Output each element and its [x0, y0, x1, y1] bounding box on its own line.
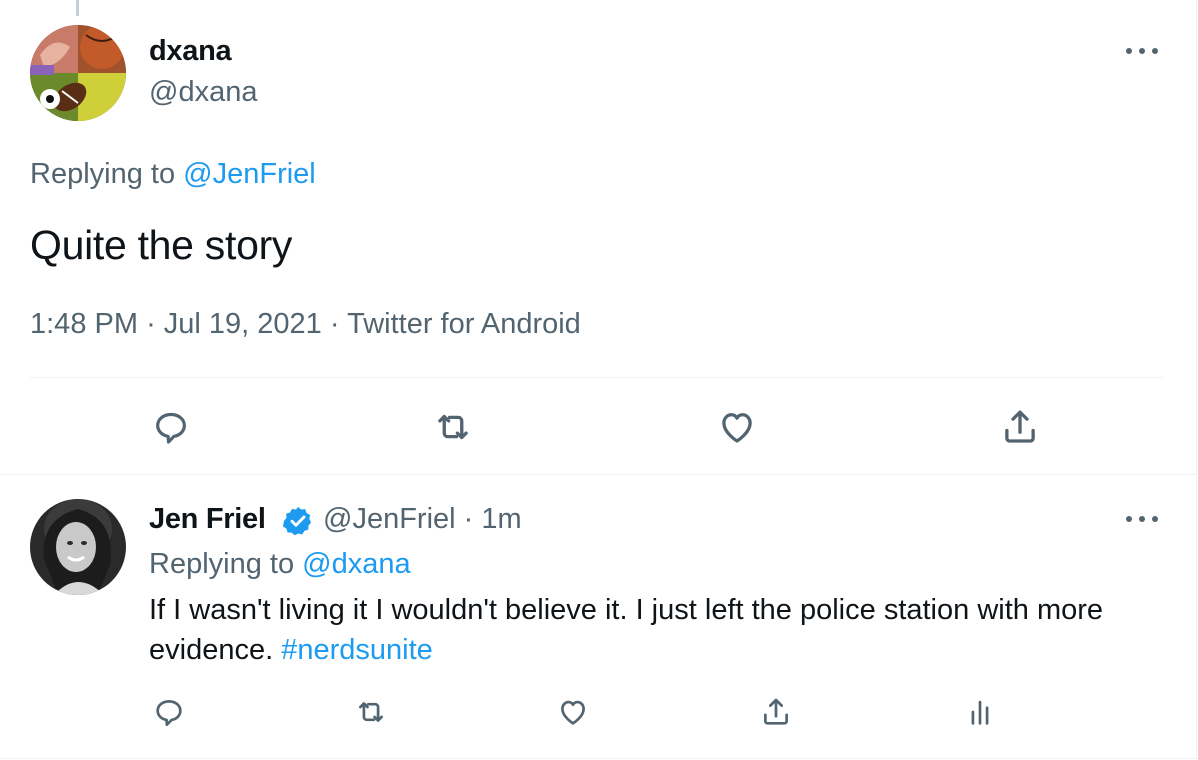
retweet-icon: [438, 414, 468, 440]
main-tweet: dxana @dxana Replying to @JenFriel Quite…: [0, 0, 1196, 475]
author-handle-line: @JenFriel · 1m: [323, 503, 522, 536]
tweet-time[interactable]: 1:48 PM: [30, 308, 138, 340]
avatar[interactable]: [30, 25, 126, 121]
replying-to-label: Replying to: [149, 548, 295, 580]
author-name[interactable]: dxana: [149, 35, 232, 68]
reply-button[interactable]: [148, 404, 194, 450]
share-icon: [1005, 410, 1035, 443]
more-icon: [1126, 516, 1158, 522]
like-button[interactable]: [714, 404, 760, 450]
like-button[interactable]: [553, 692, 593, 732]
tweet-metadata: 1:48 PM · Jul 19, 2021 · Twitter for And…: [30, 308, 581, 341]
hashtag-link[interactable]: #nerdsunite: [281, 634, 433, 666]
share-button[interactable]: [997, 404, 1043, 450]
verified-badge-icon: [282, 507, 312, 536]
reply-icon: [156, 700, 182, 727]
analytics-button[interactable]: [960, 692, 1000, 732]
tweet-source[interactable]: Twitter for Android: [347, 308, 581, 340]
analytics-icon: [971, 700, 989, 725]
divider: [30, 377, 1163, 378]
replying-to-line: Replying to @JenFriel: [30, 158, 316, 191]
more-options-button[interactable]: [1122, 509, 1162, 529]
reply-button[interactable]: [149, 692, 189, 732]
replying-to-mention[interactable]: @JenFriel: [183, 158, 316, 190]
more-options-button[interactable]: [1122, 41, 1162, 61]
tweet-text: Quite the story: [30, 222, 293, 268]
replying-to-mention[interactable]: @dxana: [302, 548, 410, 580]
avatar-image-jenfriel: [30, 499, 126, 595]
author-handle[interactable]: @dxana: [149, 76, 257, 109]
replying-to-line: Replying to @dxana: [149, 548, 411, 581]
more-icon: [1126, 48, 1158, 54]
retweet-button[interactable]: [351, 692, 391, 732]
avatar[interactable]: [30, 499, 126, 595]
replying-to-label: Replying to: [30, 158, 176, 190]
author-handle[interactable]: @JenFriel: [323, 503, 456, 535]
tweet-date[interactable]: Jul 19, 2021: [164, 308, 322, 340]
share-icon: [764, 698, 788, 725]
meta-separator: ·: [146, 308, 156, 340]
retweet-icon: [359, 702, 383, 722]
meta-separator: ·: [329, 308, 340, 340]
tweet-age[interactable]: 1m: [481, 503, 521, 535]
reply-icon: [156, 412, 186, 444]
like-icon: [722, 413, 752, 443]
tweet-text: If I wasn't living it I wouldn't believe…: [149, 590, 1129, 670]
avatar-image-dxana: [30, 25, 126, 121]
meta-separator: ·: [463, 503, 474, 535]
author-name[interactable]: Jen Friel: [149, 503, 266, 536]
like-icon: [561, 700, 585, 725]
share-button[interactable]: [756, 692, 796, 732]
retweet-button[interactable]: [430, 404, 476, 450]
